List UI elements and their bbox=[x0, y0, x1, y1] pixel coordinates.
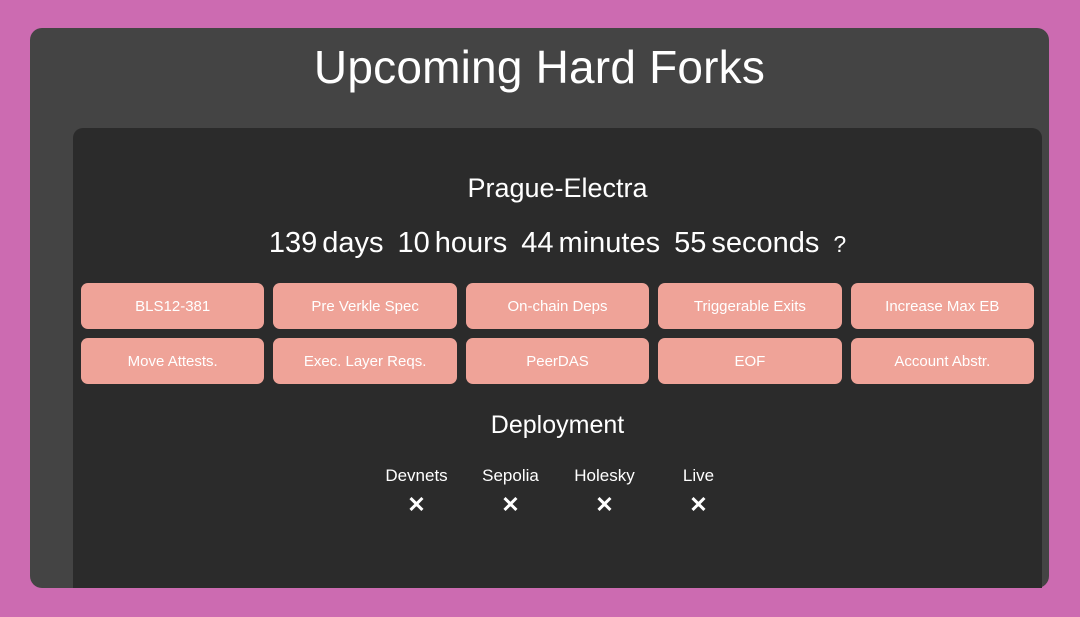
feature-chip[interactable]: EOF bbox=[658, 338, 842, 385]
cross-icon: ✕ bbox=[595, 491, 614, 517]
countdown-timer: 139 days 10 hours 44 minutes 55 seconds? bbox=[73, 226, 1042, 261]
countdown-seconds-unit: seconds bbox=[711, 227, 820, 260]
feature-chip[interactable]: Triggerable Exits bbox=[658, 283, 842, 330]
feature-chip[interactable]: Exec. Layer Reqs. bbox=[273, 338, 457, 385]
deployment-label: Sepolia bbox=[482, 466, 539, 486]
deployment-column-live: Live ✕ bbox=[665, 466, 733, 515]
countdown-days-unit: days bbox=[322, 227, 384, 260]
fork-panel: Prague-Electra 139 days 10 hours 44 minutes 55… bbox=[73, 128, 1042, 588]
page-title: Upcoming Hard Forks bbox=[313, 41, 766, 93]
feature-chip[interactable]: Increase Max EB bbox=[850, 283, 1034, 330]
feature-chip[interactable]: BLS12-381 bbox=[81, 283, 265, 330]
deployment-title: Deployment bbox=[490, 411, 625, 440]
countdown-minutes-unit: minutes bbox=[558, 227, 661, 260]
feature-chip[interactable]: Move Attests. bbox=[81, 338, 265, 385]
countdown-hours-unit: hours bbox=[434, 227, 508, 260]
hard-forks-card: Upcoming Hard Forks Prague-Electra 139 da… bbox=[30, 28, 1049, 588]
deployment-label: Devnets bbox=[385, 466, 448, 486]
deployment-column-holesky: Holesky ✕ bbox=[571, 466, 639, 515]
deployment-column-sepolia: Sepolia ✕ bbox=[477, 466, 545, 515]
countdown-minutes-value: 44 bbox=[521, 227, 554, 260]
fork-name: Prague-Electra bbox=[467, 173, 648, 203]
help-icon[interactable]: ? bbox=[833, 231, 846, 259]
deployment-column-devnets: Devnets ✕ bbox=[383, 466, 451, 515]
feature-chip-grid: BLS12-381 Pre Verkle Spec On-chain Deps … bbox=[81, 283, 1034, 385]
deployment-label: Live bbox=[682, 466, 715, 486]
feature-chip[interactable]: PeerDAS bbox=[465, 338, 650, 385]
cross-icon: ✕ bbox=[407, 491, 426, 517]
deployment-label: Holesky bbox=[574, 466, 635, 486]
feature-chip[interactable]: Account Abstr. bbox=[850, 338, 1034, 385]
cross-icon: ✕ bbox=[689, 491, 708, 517]
countdown-days-value: 139 bbox=[268, 227, 318, 260]
countdown-hours-value: 10 bbox=[397, 227, 430, 260]
countdown-seconds-value: 55 bbox=[674, 227, 707, 260]
feature-chip[interactable]: On-chain Deps bbox=[465, 283, 650, 330]
deployment-status-table: Devnets ✕ Sepolia ✕ Holesky ✕ Live ✕ bbox=[73, 466, 1042, 515]
cross-icon: ✕ bbox=[501, 491, 520, 517]
feature-chip[interactable]: Pre Verkle Spec bbox=[273, 283, 457, 330]
